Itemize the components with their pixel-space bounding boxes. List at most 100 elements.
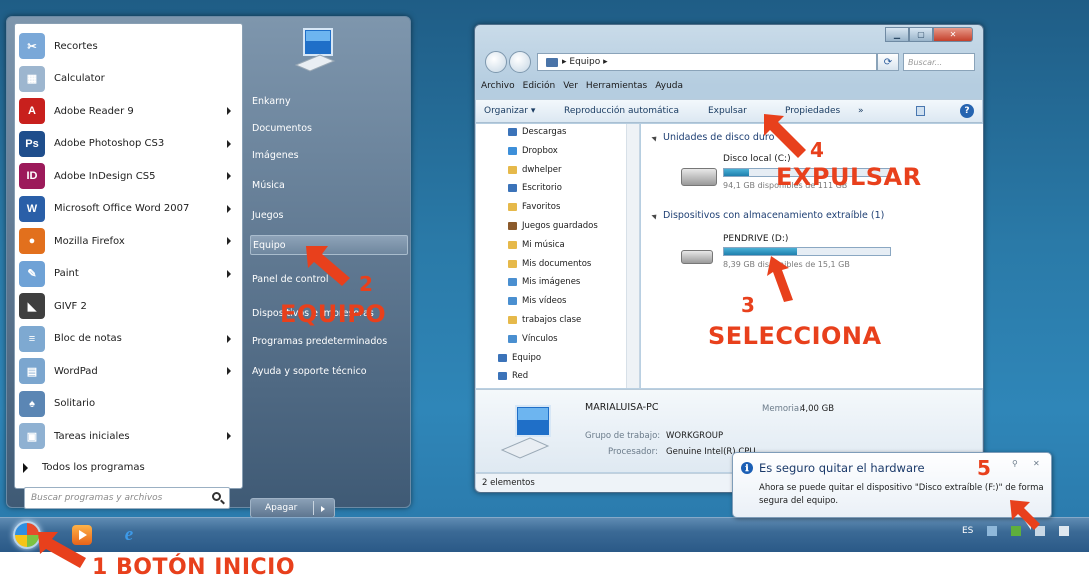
program-item[interactable]: ▦ Calculator [19, 63, 239, 95]
annotation-3-arrow [767, 256, 793, 302]
start-right-item[interactable]: Enkarny [250, 91, 408, 111]
minimize-button[interactable]: ▁ [885, 27, 909, 42]
tree-item[interactable]: trabajos clase [508, 315, 581, 325]
annotation-5-arrow [1010, 500, 1040, 530]
start-right-item[interactable]: Programas predeterminados [250, 331, 408, 351]
removable-group-header[interactable]: Dispositivos con almacenamiento extraíbl… [651, 210, 884, 221]
shutdown-options-arrow-icon[interactable] [321, 506, 325, 512]
balloon-options-icon[interactable]: ⚲ [1012, 459, 1018, 468]
submenu-arrow-icon[interactable] [227, 107, 231, 115]
help-icon[interactable]: ? [960, 104, 974, 118]
maximize-button[interactable]: ▢ [909, 27, 933, 42]
autoplay-button[interactable]: Reproducción automática [564, 106, 679, 116]
programs-panel: ✂ Recortes ▦ Calculator A Adobe Reader 9 Ps Ado… [14, 23, 243, 489]
refresh-button[interactable]: ⟳ [877, 53, 899, 71]
tree-item[interactable]: Vínculos [508, 334, 558, 344]
organize-button[interactable]: Organizar ▾ [484, 106, 535, 116]
program-item[interactable]: ID Adobe InDesign CS5 [19, 160, 239, 192]
tree-item[interactable]: Descargas [508, 127, 566, 137]
tree-item[interactable]: Escritorio [508, 183, 562, 193]
program-item[interactable]: ◣ GIVF 2 [19, 290, 239, 322]
start-right-item[interactable]: Documentos [250, 118, 408, 138]
submenu-arrow-icon[interactable] [227, 139, 231, 148]
address-path: ▸ Equipo ▸ [562, 57, 608, 67]
preview-pane-icon[interactable] [916, 106, 925, 116]
address-bar[interactable]: ▸ Equipo ▸ [537, 53, 877, 71]
tree-item[interactable]: Mis documentos [508, 259, 591, 269]
program-label: Paint [54, 268, 79, 279]
folder-icon [508, 128, 517, 136]
program-item[interactable]: ▤ WordPad [19, 355, 239, 387]
menu-item[interactable]: Edición [523, 81, 556, 91]
back-button[interactable] [485, 51, 507, 73]
tree-item[interactable]: Favoritos [508, 202, 560, 212]
tree-item[interactable]: Red [498, 371, 528, 381]
forward-button[interactable] [509, 51, 531, 73]
program-item[interactable]: ♠ Solitario [19, 388, 239, 420]
givf-icon: ◣ [19, 293, 45, 319]
memory-label: Memoria: [762, 404, 802, 414]
explorer-search-input[interactable]: Buscar... [903, 53, 975, 71]
start-right-item[interactable]: Juegos [250, 205, 408, 225]
submenu-arrow-icon[interactable] [227, 237, 231, 245]
language-indicator[interactable]: ES [962, 526, 973, 536]
start-right-item[interactable]: Música [250, 175, 408, 195]
program-item[interactable]: A Adobe Reader 9 [19, 95, 239, 127]
navigation-scrollbar[interactable] [626, 124, 639, 388]
eject-button[interactable]: Expulsar [708, 106, 747, 116]
notification-balloon[interactable]: ℹ Es seguro quitar el hardware ⚲ ✕ Ahora… [732, 452, 1052, 530]
start-right-item[interactable]: Ayuda y soporte técnico [250, 361, 408, 381]
folder-icon [508, 165, 517, 174]
tree-item[interactable]: Mis vídeos [508, 296, 566, 306]
all-programs-button[interactable]: Todos los programas [23, 462, 145, 473]
submenu-arrow-icon[interactable] [227, 269, 231, 278]
submenu-arrow-icon[interactable] [227, 334, 231, 343]
menu-item[interactable]: Herramientas [586, 81, 647, 91]
tree-item-label: Descargas [522, 127, 567, 137]
close-button[interactable]: ✕ [933, 27, 973, 42]
program-item[interactable]: ✎ Paint [19, 258, 239, 290]
workgroup-label: Grupo de trabajo: [585, 431, 661, 441]
balloon-close-button[interactable]: ✕ [1033, 459, 1040, 468]
submenu-arrow-icon[interactable] [227, 432, 231, 440]
tree-item[interactable]: Equipo [498, 353, 541, 363]
folder-icon [508, 278, 517, 287]
submenu-arrow-icon[interactable] [227, 172, 231, 180]
hdd-group-header[interactable]: Unidades de disco duro [651, 132, 774, 143]
program-item[interactable]: ≡ Bloc de notas [19, 323, 239, 355]
program-item[interactable]: Ps Adobe Photoshop CS3 [19, 128, 239, 160]
program-item[interactable]: ▣ Tareas iniciales [19, 420, 239, 452]
window-controls: ▁ ▢ ✕ [885, 27, 973, 42]
tree-item-label: Juegos guardados [522, 221, 598, 231]
internet-explorer-icon[interactable]: e [118, 524, 140, 546]
submenu-arrow-icon[interactable] [227, 204, 231, 213]
tree-item[interactable]: Mi música [508, 240, 565, 250]
start-search-input[interactable]: Buscar programas y archivos [24, 487, 230, 509]
program-item[interactable]: W Microsoft Office Word 2007 [19, 193, 239, 225]
program-label: Recortes [54, 40, 98, 52]
submenu-arrow-icon[interactable] [227, 367, 231, 375]
more-commands-button[interactable]: » [858, 106, 864, 116]
wordpad-icon: ▤ [19, 358, 45, 384]
menu-item[interactable]: Ayuda [655, 81, 683, 91]
program-item[interactable]: ✂ Recortes [19, 30, 239, 62]
program-label: Adobe InDesign CS5 [54, 170, 156, 182]
program-label: GIVF 2 [54, 300, 87, 312]
tree-item-label: Dropbox [522, 145, 558, 156]
tree-item[interactable]: Mis imágenes [508, 277, 580, 287]
shutdown-button[interactable]: Apagar [250, 498, 335, 518]
annotation-2-arrow [306, 246, 350, 286]
tree-item[interactable]: dwhelper [508, 165, 561, 175]
program-item[interactable]: ● Mozilla Firefox [19, 225, 239, 257]
network-icon[interactable] [1059, 526, 1070, 536]
start-right-item[interactable]: Imágenes [250, 145, 408, 165]
tray-arrow-icon[interactable] [987, 526, 998, 536]
menu-item[interactable]: Archivo [481, 81, 515, 91]
tree-item-label: Equipo [512, 352, 542, 363]
program-label: Adobe Reader 9 [54, 105, 134, 117]
folder-icon [508, 316, 517, 324]
tree-item-label: Favoritos [522, 202, 561, 213]
tree-item[interactable]: Dropbox [508, 146, 558, 156]
tree-item[interactable]: Juegos guardados [508, 221, 598, 231]
menu-item[interactable]: Ver [563, 81, 578, 91]
